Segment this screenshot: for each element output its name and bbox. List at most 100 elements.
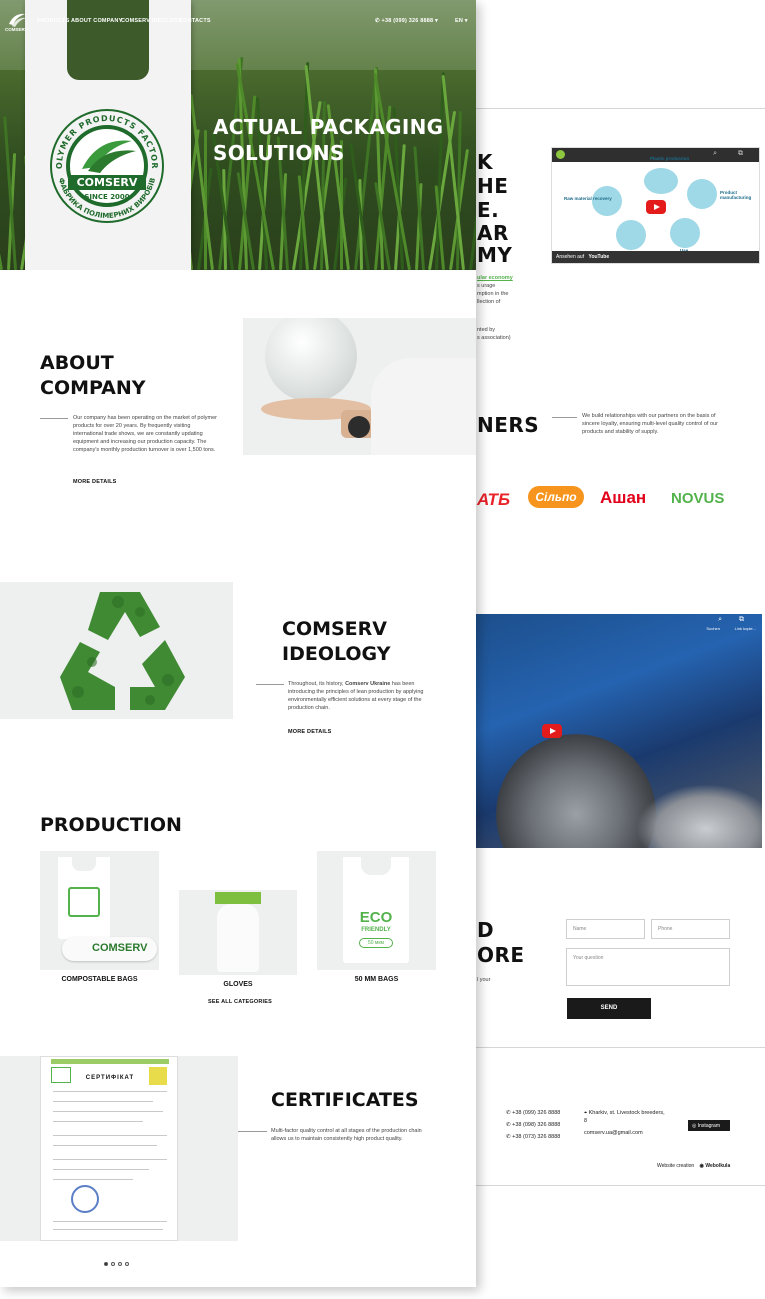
cert-line xyxy=(53,1135,167,1136)
emblem-brand: COMSERV xyxy=(77,176,138,189)
location-icon: ⌖ xyxy=(584,1110,588,1116)
carousel-dot[interactable] xyxy=(110,1262,115,1266)
cert-stamp xyxy=(71,1185,99,1213)
product-card-gloves[interactable] xyxy=(179,890,297,975)
cert-line xyxy=(53,1179,133,1180)
youtube-logo[interactable]: YouTube xyxy=(588,254,609,260)
ideology-text-part1: Throughout, its history, xyxy=(288,681,346,687)
product-label-50mm-bags[interactable]: 50 MM BAGS xyxy=(317,976,436,983)
ideology-title-line1: COMSERV xyxy=(282,618,388,640)
circular-fragment-4: AR xyxy=(477,221,509,245)
carousel-pagination[interactable] xyxy=(102,1253,130,1271)
divider xyxy=(476,1047,765,1048)
search-icon[interactable]: ⌕ xyxy=(713,150,717,158)
circular-economy-video[interactable]: ⌕ ⧉ Plastic production Product manufactu… xyxy=(551,147,760,264)
language-selector[interactable]: EN ▾ xyxy=(455,18,468,24)
divider xyxy=(476,108,765,109)
cert-line xyxy=(53,1145,157,1146)
about-text: Our company has been operating on the ma… xyxy=(73,415,217,453)
product-label-gloves[interactable]: GLOVES xyxy=(179,981,297,988)
instagram-label: Instagram xyxy=(697,1123,720,1129)
contact-text: l your xyxy=(477,977,491,983)
node-label-raw-material: Raw material recovery xyxy=(564,196,612,201)
footer-credit[interactable]: Website creation ◉ Webolkula xyxy=(657,1163,730,1169)
about-more-details-link[interactable]: MORE DETAILS xyxy=(73,479,117,485)
divider xyxy=(40,418,68,419)
about-title: ABOUT COMPANY xyxy=(40,351,146,401)
bag-shape: ECO FRIENDLY 50 мкм xyxy=(343,857,409,963)
hero-banner: POLYMER PRODUCTS FACTORY ФАБРИКА ПОЛІМЕР… xyxy=(0,0,476,270)
certificates-carousel[interactable]: СЕРТИФІКАТ xyxy=(0,1056,238,1241)
partner-logo-auchan: Ашан xyxy=(600,488,647,507)
circular-text-1: s urage xyxy=(477,283,496,289)
certificates-title: CERTIFICATES xyxy=(271,1089,419,1111)
see-all-categories-link[interactable]: SEE ALL CATEGORIES xyxy=(208,999,272,1005)
circular-note-1: nted by xyxy=(477,327,496,333)
copy-link-icon[interactable]: ⧉ xyxy=(739,616,744,624)
top-navigation: COMSERV PRODUCTS ABOUT COMPANY COMSERV I… xyxy=(0,0,476,40)
product-label-compostable-bags[interactable]: COMPOSTABLE BAGS xyxy=(40,976,159,983)
footer-phone-3[interactable]: ✆ +38 (073) 326 8888 xyxy=(506,1134,560,1140)
send-button[interactable]: SEND xyxy=(567,998,651,1019)
chevron-down-icon: ▾ xyxy=(435,18,439,24)
glove-shape xyxy=(217,904,259,972)
carousel-dot[interactable] xyxy=(124,1262,129,1266)
product-card-50mm-bags[interactable]: ECO FRIENDLY 50 мкм xyxy=(317,851,436,970)
footer-phone-2[interactable]: ✆ +38 (098) 326 8888 xyxy=(506,1122,560,1128)
node-label-plastic-production: Plastic production xyxy=(650,156,690,161)
post-use-node xyxy=(616,220,646,250)
phone-text: +38 (073) 326 8888 xyxy=(512,1134,561,1140)
certificate-document: СЕРТИФІКАТ xyxy=(40,1056,178,1241)
grass-blade xyxy=(0,190,3,270)
phone-icon: ✆ xyxy=(375,18,380,24)
play-icon[interactable] xyxy=(542,724,562,738)
divider xyxy=(238,1131,267,1132)
ideology-more-details-link[interactable]: MORE DETAILS xyxy=(288,729,332,735)
chevron-down-icon: ▾ xyxy=(464,18,468,24)
carousel-dot[interactable] xyxy=(103,1262,108,1266)
partner-logo-silpo: Сільпо xyxy=(528,486,584,508)
name-field[interactable]: Name xyxy=(566,919,645,939)
about-title-line2: COMPANY xyxy=(40,377,146,399)
circular-note-2: s association) xyxy=(477,335,511,341)
circular-economy-link[interactable]: ular economy xyxy=(477,274,513,282)
nav-about-company[interactable]: ABOUT COMPANY xyxy=(71,18,122,24)
footer-phone-1[interactable]: ✆ +38 (099) 326 8888 xyxy=(506,1110,560,1116)
page: K HE E. AR MY ular economy s urage mptio… xyxy=(0,0,765,1299)
watch xyxy=(348,416,370,438)
nav-products[interactable]: PRODUCTS xyxy=(37,18,69,24)
language-label: EN xyxy=(455,18,464,24)
raw-material-node xyxy=(592,186,622,216)
certificates-text: Multi-factor quality control at all stag… xyxy=(271,1128,422,1142)
circular-fragment-3: E. xyxy=(477,198,500,222)
instagram-icon: ◎ xyxy=(692,1123,697,1129)
production-video[interactable]: ⌕ Suchen ⧉ Link kopie... xyxy=(476,614,762,848)
instagram-button[interactable]: ◎ Instagram xyxy=(688,1120,730,1131)
node-label-product-manufacturing: Product manufacturing xyxy=(720,190,752,200)
cert-line xyxy=(53,1221,167,1222)
carousel-dot[interactable] xyxy=(117,1262,122,1266)
phone-field[interactable]: Phone xyxy=(651,919,730,939)
nav-contacts[interactable]: CONTACTS xyxy=(179,18,211,24)
footer-email[interactable]: comserv.ua@gmail.com xyxy=(584,1130,643,1136)
phone-text: +38 (099) 326 8888 xyxy=(512,1110,561,1116)
logo-text[interactable]: COMSERV xyxy=(5,27,28,32)
cert-line xyxy=(53,1159,167,1160)
copy-link-label: Link kopie... xyxy=(734,626,756,631)
hero-title: ACTUAL PACKAGING SOLUTIONS xyxy=(213,114,443,166)
bag-print xyxy=(68,887,100,917)
channel-avatar xyxy=(556,150,565,159)
comserv-emblem: POLYMER PRODUCTS FACTORY ФАБРИКА ПОЛІМЕР… xyxy=(48,107,164,223)
search-icon[interactable]: ⌕ xyxy=(718,616,722,624)
nav-phone[interactable]: ✆ +38 (099) 326 8888 ▾ xyxy=(375,18,438,24)
product-card-compostable-bags[interactable]: COMSERV xyxy=(40,851,159,970)
phone-text: +38 (098) 326 8888 xyxy=(512,1122,561,1128)
question-field[interactable]: Your question xyxy=(566,948,730,986)
bag-roll-text: COMSERV xyxy=(92,942,148,954)
production-title: PRODUCTION xyxy=(40,814,182,836)
play-icon[interactable] xyxy=(646,200,666,214)
about-image-globe-hand xyxy=(243,318,476,455)
copy-link-icon[interactable]: ⧉ xyxy=(738,150,743,158)
circular-fragment-1: K xyxy=(477,150,493,174)
nav-comserv-ideology[interactable]: COMSERV IDEOLOGY xyxy=(121,18,182,24)
